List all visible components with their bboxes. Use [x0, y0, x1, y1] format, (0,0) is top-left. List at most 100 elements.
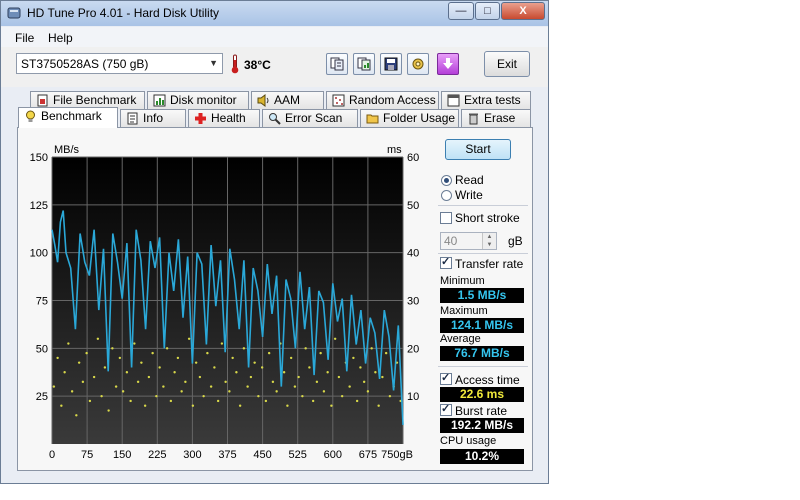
- access-time-point: [315, 380, 319, 384]
- access-time-point: [191, 404, 195, 407]
- access-time-point: [333, 337, 337, 340]
- tab-error-scan[interactable]: Error Scan: [262, 109, 358, 127]
- write-label: Write: [455, 188, 483, 202]
- access-time-point: [301, 394, 304, 398]
- start-button[interactable]: Start: [445, 139, 511, 160]
- access-time-point: [388, 394, 392, 398]
- transfer-rate-checkbox[interactable]: [440, 255, 452, 269]
- y-right-unit-label: ms: [387, 144, 402, 156]
- y-right-tick-label: 10: [407, 391, 419, 403]
- access-time-point: [184, 380, 187, 384]
- access-time-point: [289, 356, 293, 360]
- thermometer-icon: [231, 54, 239, 74]
- access-time-point: [348, 385, 351, 388]
- random-access-icon: [332, 94, 345, 107]
- access-time-point: [260, 366, 264, 369]
- exit-button[interactable]: Exit: [484, 51, 530, 77]
- cpu-usage-value: 10.2%: [440, 449, 524, 464]
- access-time-point: [103, 366, 107, 369]
- y-left-unit-label: MB/s: [54, 144, 80, 156]
- minimize-icon: —: [455, 5, 467, 17]
- tab-benchmark[interactable]: Benchmark: [18, 107, 118, 128]
- menu-bar: File Help: [1, 27, 548, 47]
- access-time-point: [304, 347, 307, 350]
- access-time-point: [52, 385, 56, 388]
- access-time-point: [85, 351, 88, 355]
- download-button[interactable]: [437, 53, 459, 75]
- x-tick-label: 300: [183, 449, 201, 461]
- access-time-point: [231, 356, 234, 360]
- info-icon: [127, 112, 138, 125]
- title-bar[interactable]: HD Tune Pro 4.01 - Hard Disk Utility — □…: [1, 1, 548, 26]
- burst-rate-checkbox[interactable]: [440, 402, 452, 416]
- access-time-point: [271, 380, 275, 384]
- tab-extra-tests[interactable]: Extra tests: [441, 91, 531, 109]
- access-time-point: [187, 337, 191, 340]
- download-icon: [443, 58, 453, 69]
- access-time-point: [92, 375, 96, 379]
- tab-health[interactable]: Health: [188, 109, 260, 127]
- y-right-tick-label: 50: [407, 200, 419, 212]
- options-button[interactable]: [407, 53, 429, 75]
- access-time-point: [176, 356, 180, 360]
- access-time-point: [143, 404, 147, 407]
- access-time-point: [249, 375, 253, 379]
- copy-info-icon: [330, 57, 344, 71]
- trash-icon: [469, 113, 478, 125]
- health-cross-icon: [195, 113, 206, 124]
- spinner-arrows-icon[interactable]: ▲ ▼: [482, 233, 496, 249]
- access-time-point: [118, 356, 122, 360]
- x-tick-label: 600: [324, 449, 342, 461]
- average-value: 76.7 MB/s: [440, 346, 524, 361]
- disk-monitor-icon: [153, 94, 166, 107]
- access-time-point: [340, 394, 344, 398]
- magnifier-icon: [269, 113, 281, 125]
- read-radio[interactable]: [441, 175, 452, 186]
- close-button[interactable]: X: [501, 2, 545, 20]
- temperature-value: 38°C: [244, 58, 271, 72]
- tab-erase[interactable]: Erase: [461, 109, 531, 127]
- access-time-checkbox[interactable]: [440, 371, 452, 385]
- short-stroke-checkbox[interactable]: [440, 212, 452, 224]
- chevron-down-icon: ▼: [209, 58, 218, 68]
- tab-folder-usage[interactable]: Folder Usage: [360, 109, 459, 127]
- lightbulb-icon: [26, 110, 35, 122]
- copy-info-button[interactable]: [326, 53, 348, 75]
- access-time-point: [238, 404, 242, 407]
- access-time-point: [297, 375, 300, 379]
- menu-help[interactable]: Help: [48, 31, 73, 45]
- short-stroke-spinner[interactable]: 40 ▲ ▼: [440, 232, 497, 250]
- tab-random-access[interactable]: Random Access: [326, 91, 439, 109]
- tab-disk-monitor[interactable]: Disk monitor: [147, 91, 249, 109]
- access-time-point: [140, 361, 143, 364]
- access-time-point: [56, 356, 59, 360]
- transfer-rate-label: Transfer rate: [455, 257, 524, 271]
- menu-file[interactable]: File: [15, 31, 34, 45]
- access-time-point: [224, 380, 227, 384]
- access-time-point: [107, 409, 110, 412]
- y-right-tick-label: 30: [407, 296, 419, 308]
- write-radio[interactable]: [441, 190, 452, 201]
- copy-data-button[interactable]: [353, 53, 375, 75]
- access-time-point: [155, 394, 158, 398]
- access-time-point: [308, 366, 311, 369]
- maximize-button[interactable]: □: [475, 2, 500, 20]
- access-time-point: [129, 399, 132, 403]
- access-time-point: [374, 371, 377, 374]
- minimum-label: Minimum: [440, 275, 485, 287]
- minimize-button[interactable]: —: [448, 2, 474, 20]
- tab-info[interactable]: Info: [120, 109, 186, 127]
- drive-select[interactable]: ST3750528AS (750 gB) ▼: [16, 53, 223, 74]
- burst-rate-value: 192.2 MB/s: [440, 418, 524, 433]
- access-time-label: Access time: [455, 373, 520, 387]
- access-time-point: [180, 390, 183, 393]
- save-button[interactable]: [380, 53, 402, 75]
- access-time-point: [133, 342, 136, 345]
- drive-select-value: ST3750528AS (750 gB): [21, 57, 149, 71]
- tab-aam[interactable]: AAM: [251, 91, 324, 109]
- access-time-point: [100, 394, 103, 398]
- access-time-point: [366, 390, 370, 393]
- maximize-icon: □: [484, 5, 491, 17]
- access-time-point: [326, 371, 329, 374]
- x-tick-label: 750gB: [381, 449, 413, 461]
